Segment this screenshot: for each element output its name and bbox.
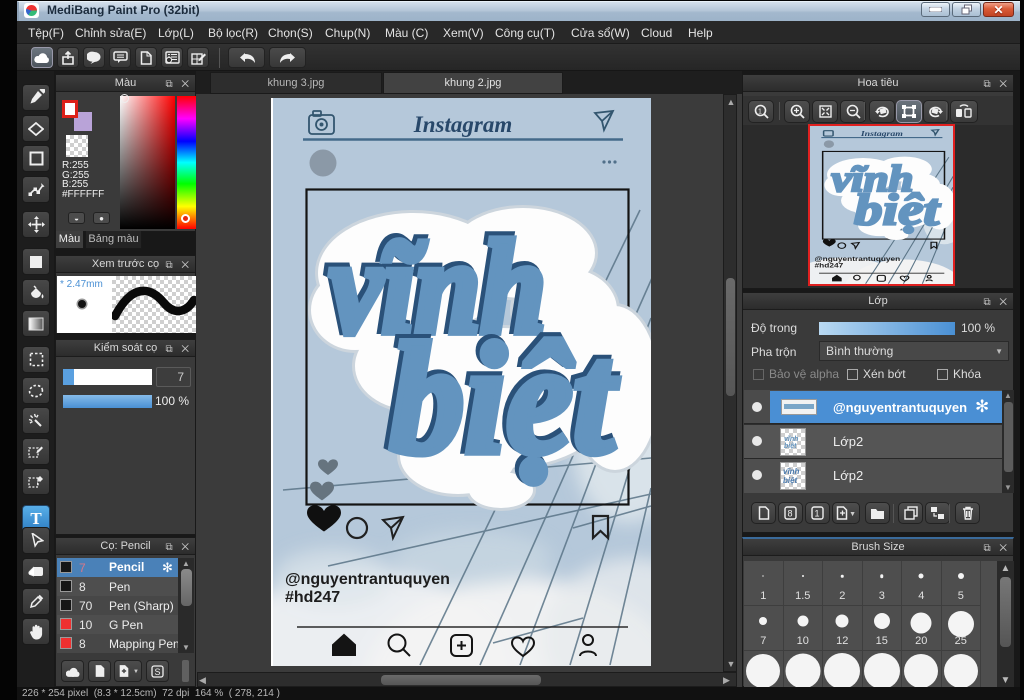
svg-text:#hd247: #hd247 (285, 589, 340, 606)
svg-text:1: 1 (758, 109, 762, 116)
svg-text:S: S (155, 667, 161, 677)
svg-text:#hd247: #hd247 (815, 261, 844, 269)
svg-text:@nguyentrantuquyen: @nguyentrantuquyen (285, 571, 450, 588)
svg-text:Instagram: Instagram (860, 129, 904, 137)
svg-text:8: 8 (788, 509, 793, 519)
svg-text:Instagram: Instagram (413, 112, 512, 137)
svg-text:biệt: biệt (854, 186, 941, 235)
svg-text:1: 1 (815, 509, 820, 519)
svg-text:biệt: biệt (390, 311, 619, 487)
